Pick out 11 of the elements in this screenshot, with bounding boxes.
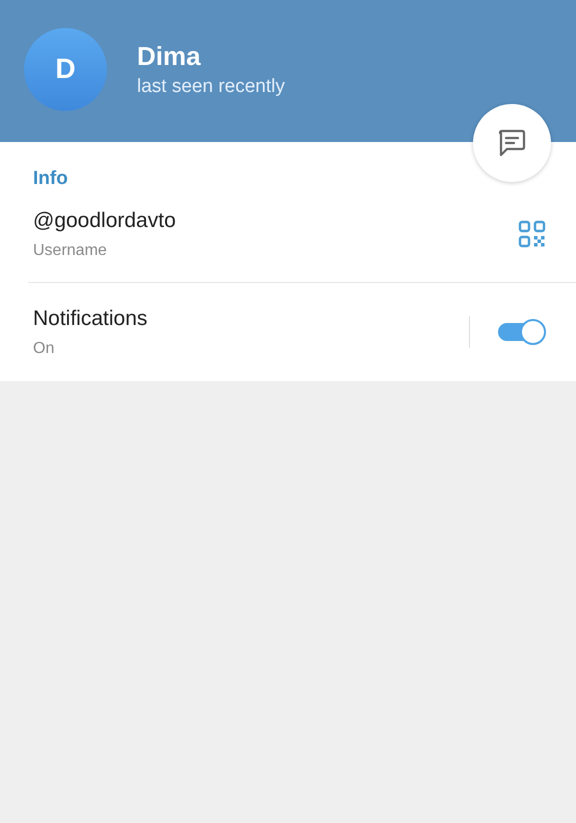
notifications-status: On <box>33 340 56 358</box>
qr-code-icon[interactable] <box>518 220 546 248</box>
contact-name: Dima <box>137 40 202 72</box>
chat-icon <box>496 127 528 159</box>
notifications-toggle[interactable] <box>498 319 546 345</box>
last-seen-status: last seen recently <box>137 76 285 98</box>
notifications-title: Notifications <box>33 306 148 330</box>
avatar: D <box>24 28 107 110</box>
username-value: @goodlordavto <box>33 208 177 232</box>
section-title: Info <box>32 168 69 190</box>
username-label: Username <box>33 242 108 260</box>
